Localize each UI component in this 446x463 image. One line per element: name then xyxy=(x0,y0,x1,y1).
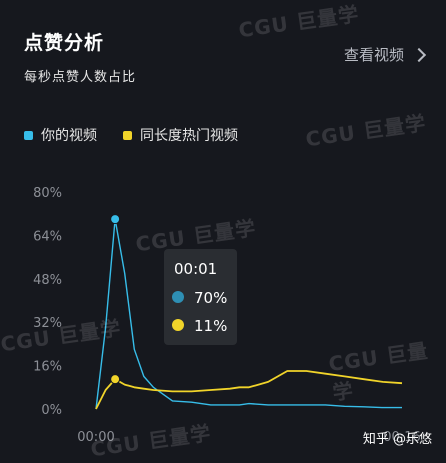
tooltip-dot-your-video xyxy=(172,291,184,303)
credit-text: 知乎 @乐悠 xyxy=(362,432,432,447)
your-video-point xyxy=(110,214,121,225)
y-tick-label: 48% xyxy=(33,273,62,288)
y-tick-label: 80% xyxy=(33,186,62,201)
tooltip-time: 00:01 xyxy=(174,260,217,278)
like-analysis-panel: 点赞分析 每秒点赞人数占比 查看视频 你的视频 同长度热门视频 80% 64% 48… xyxy=(0,0,446,463)
tooltip-value-similar-hot: 11% xyxy=(194,317,227,335)
your-video-line xyxy=(95,218,402,410)
tooltip-value-your-video: 70% xyxy=(194,289,227,307)
x-tick-label: 00:00 xyxy=(77,430,114,445)
similar-hot-point xyxy=(110,374,121,385)
y-tick-label: 64% xyxy=(33,229,62,244)
y-tick-label: 0% xyxy=(41,403,62,418)
y-tick-label: 16% xyxy=(33,360,62,375)
like-ratio-chart: 80%64%48%32%16%0%00:00 00:1600:0170%11% xyxy=(33,186,421,445)
y-tick-label: 32% xyxy=(33,316,62,331)
tooltip-dot-similar-hot xyxy=(172,319,184,331)
